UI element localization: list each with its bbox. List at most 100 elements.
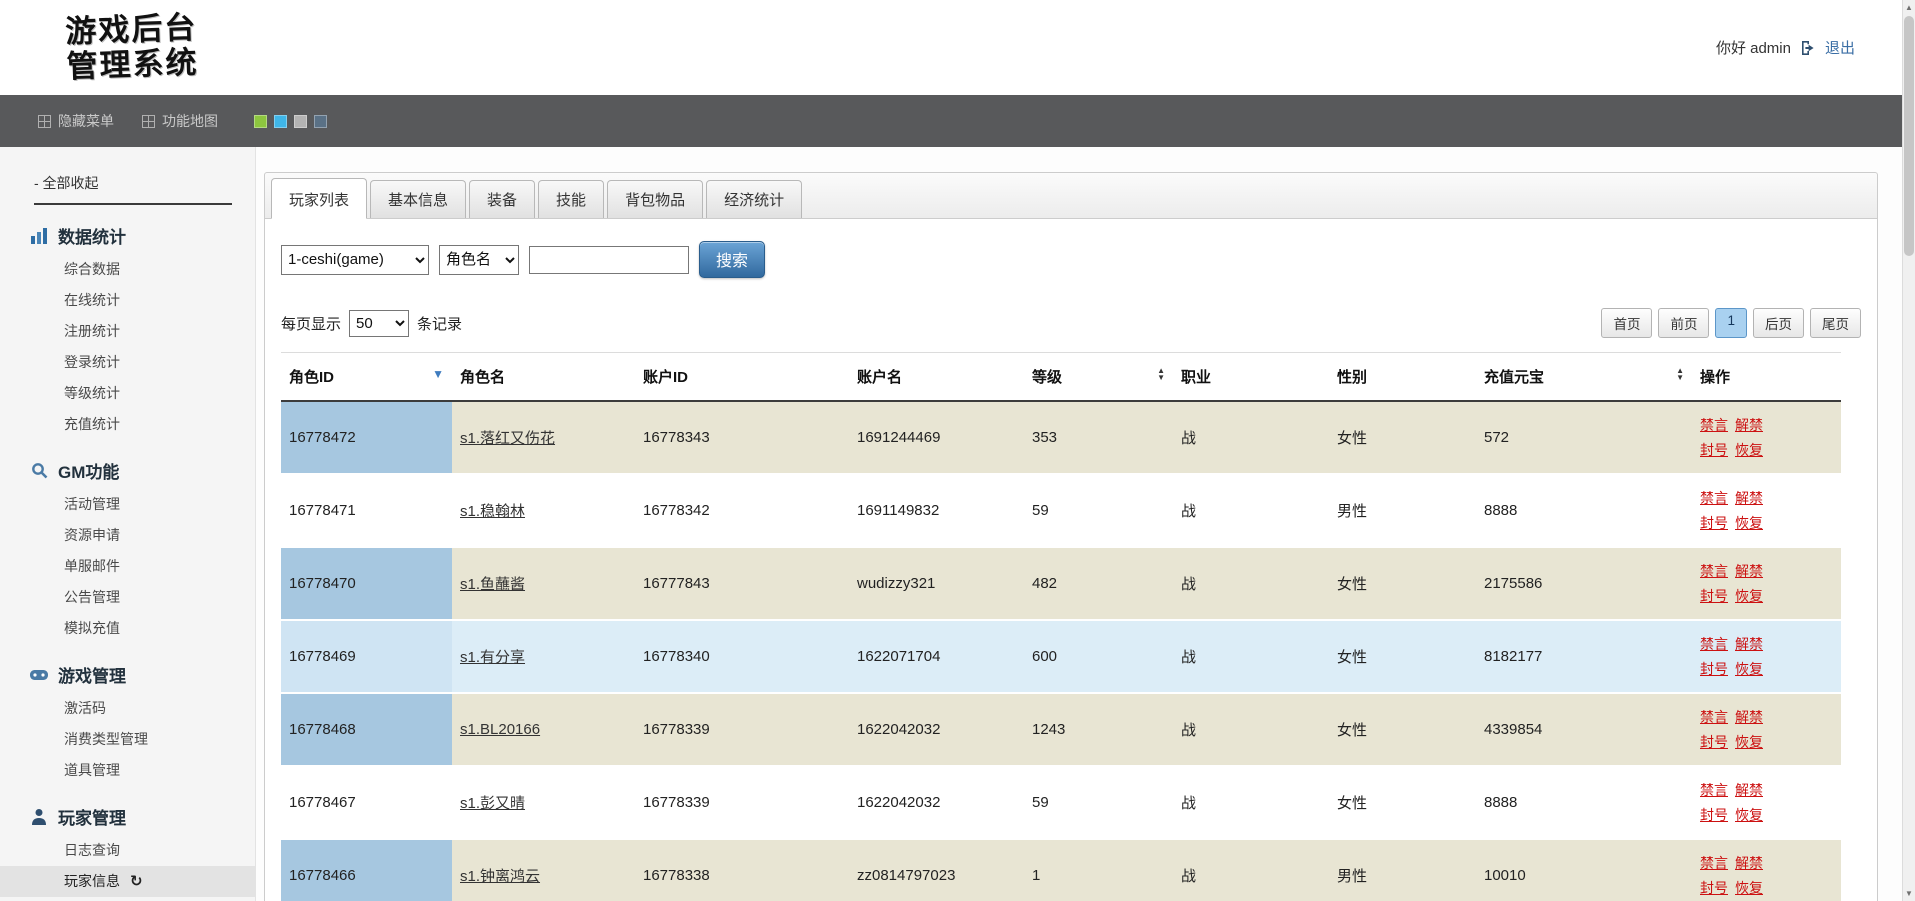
sidebar-item[interactable]: 综合数据 <box>0 254 255 285</box>
sort-icon[interactable]: ▲▼ <box>1157 367 1165 381</box>
page-button[interactable]: 尾页 <box>1810 308 1861 338</box>
sidebar-item[interactable]: 在线统计 <box>0 285 255 316</box>
scroll-down-arrow[interactable]: ▼ <box>1903 886 1915 901</box>
mute-link[interactable]: 禁言 <box>1700 855 1728 871</box>
ban-link[interactable]: 封号 <box>1700 515 1728 531</box>
unmute-link[interactable]: 解禁 <box>1735 417 1763 433</box>
search-button[interactable]: 搜索 <box>699 241 765 278</box>
restore-link[interactable]: 恢复 <box>1735 734 1763 750</box>
column-header[interactable]: 充值元宝▲▼ <box>1476 353 1692 402</box>
page-button[interactable]: 前页 <box>1658 308 1709 338</box>
sort-desc-icon[interactable]: ▼ <box>432 367 444 381</box>
ban-link[interactable]: 封号 <box>1700 661 1728 677</box>
sidebar-item[interactable]: 登录统计 <box>0 347 255 378</box>
role-name-link[interactable]: s1.彭又晴 <box>460 795 525 812</box>
sidebar-item[interactable]: 公告管理 <box>0 582 255 613</box>
hide-menu-button[interactable]: 隐藏菜单 <box>38 111 114 131</box>
tab-5[interactable]: 背包物品 <box>607 180 703 218</box>
column-header[interactable]: 等级▲▼ <box>1024 353 1173 402</box>
sidebar-section-header[interactable]: GM功能 <box>30 458 255 483</box>
sidebar-item[interactable]: 玩家信息↻ <box>0 866 255 897</box>
restore-link[interactable]: 恢复 <box>1735 880 1763 896</box>
restore-link[interactable]: 恢复 <box>1735 807 1763 823</box>
unmute-link[interactable]: 解禁 <box>1735 636 1763 652</box>
unmute-link[interactable]: 解禁 <box>1735 563 1763 579</box>
sidebar-section-header[interactable]: 数据统计 <box>30 223 255 248</box>
sidebar-item[interactable]: 日志查询 <box>0 835 255 866</box>
collapse-all-button[interactable]: - 全部收起 <box>34 173 232 205</box>
ban-link[interactable]: 封号 <box>1700 807 1728 823</box>
ban-link[interactable]: 封号 <box>1700 442 1728 458</box>
tab-6[interactable]: 经济统计 <box>706 180 802 218</box>
search-field-select[interactable]: 角色名 <box>439 245 519 275</box>
function-map-button[interactable]: 功能地图 <box>142 111 218 131</box>
theme-swatch-1[interactable] <box>254 115 267 128</box>
tab-3[interactable]: 装备 <box>469 180 535 218</box>
restore-link[interactable]: 恢复 <box>1735 661 1763 677</box>
page-button[interactable]: 1 <box>1715 308 1747 338</box>
restore-link[interactable]: 恢复 <box>1735 515 1763 531</box>
cell-job: 战 <box>1173 401 1329 474</box>
mute-link[interactable]: 禁言 <box>1700 709 1728 725</box>
sidebar-item[interactable]: 注册统计 <box>0 316 255 347</box>
server-select[interactable]: 1-ceshi(game) <box>281 245 429 275</box>
search-input[interactable] <box>529 246 689 274</box>
sidebar-item[interactable]: 道具管理 <box>0 755 255 786</box>
column-header[interactable]: 角色名 <box>452 353 635 402</box>
tab-1[interactable]: 玩家列表 <box>271 178 367 219</box>
mute-link[interactable]: 禁言 <box>1700 490 1728 506</box>
mute-link[interactable]: 禁言 <box>1700 417 1728 433</box>
theme-swatch-2[interactable] <box>274 115 287 128</box>
action-line: 禁言解禁 <box>1700 486 1833 511</box>
sort-icon[interactable]: ▲▼ <box>1676 367 1684 381</box>
mute-link[interactable]: 禁言 <box>1700 636 1728 652</box>
restore-link[interactable]: 恢复 <box>1735 588 1763 604</box>
grid-icon <box>142 115 155 128</box>
page-size-select[interactable]: 50 <box>349 310 409 337</box>
tab-2[interactable]: 基本信息 <box>370 180 466 218</box>
ban-link[interactable]: 封号 <box>1700 880 1728 896</box>
theme-swatch-3[interactable] <box>294 115 307 128</box>
sidebar-item[interactable]: 充值统计 <box>0 409 255 440</box>
restore-link[interactable]: 恢复 <box>1735 442 1763 458</box>
unmute-link[interactable]: 解禁 <box>1735 709 1763 725</box>
sidebar-item[interactable]: 模拟充值 <box>0 613 255 644</box>
column-header[interactable]: 职业 <box>1173 353 1329 402</box>
column-header[interactable]: 性别 <box>1329 353 1476 402</box>
logout-link[interactable]: 退出 <box>1825 37 1855 58</box>
role-name-link[interactable]: s1.有分享 <box>460 649 525 666</box>
sidebar-item[interactable]: 单服邮件 <box>0 551 255 582</box>
scrollbar-thumb[interactable] <box>1904 16 1914 256</box>
action-line: 禁言解禁 <box>1700 705 1833 730</box>
role-name-link[interactable]: s1.稳翰林 <box>460 503 525 520</box>
mute-link[interactable]: 禁言 <box>1700 782 1728 798</box>
column-header[interactable]: 账户ID <box>635 353 849 402</box>
sidebar-section-header[interactable]: 玩家管理 <box>30 804 255 829</box>
sidebar-item[interactable]: 等级统计 <box>0 378 255 409</box>
column-header[interactable]: 操作 <box>1692 353 1841 402</box>
mute-link[interactable]: 禁言 <box>1700 563 1728 579</box>
refresh-icon[interactable]: ↻ <box>130 873 143 890</box>
sidebar-item[interactable]: 活动管理 <box>0 489 255 520</box>
column-header[interactable]: 角色ID▼ <box>281 353 452 402</box>
sidebar-item[interactable]: 激活码 <box>0 693 255 724</box>
vertical-scrollbar[interactable]: ▲ ▼ <box>1902 0 1915 901</box>
sidebar-section-header[interactable]: 游戏管理 <box>30 662 255 687</box>
role-name-link[interactable]: s1.落红又伤花 <box>460 430 555 447</box>
page-button[interactable]: 首页 <box>1601 308 1652 338</box>
tab-4[interactable]: 技能 <box>538 180 604 218</box>
unmute-link[interactable]: 解禁 <box>1735 855 1763 871</box>
role-name-link[interactable]: s1.鱼蘸酱 <box>460 576 525 593</box>
ban-link[interactable]: 封号 <box>1700 734 1728 750</box>
ban-link[interactable]: 封号 <box>1700 588 1728 604</box>
unmute-link[interactable]: 解禁 <box>1735 490 1763 506</box>
sidebar-item[interactable]: 消费类型管理 <box>0 724 255 755</box>
page-button[interactable]: 后页 <box>1753 308 1804 338</box>
unmute-link[interactable]: 解禁 <box>1735 782 1763 798</box>
column-header[interactable]: 账户名 <box>849 353 1024 402</box>
sidebar-item[interactable]: 资源申请 <box>0 520 255 551</box>
role-name-link[interactable]: s1.钟离鸿云 <box>460 868 540 885</box>
theme-swatch-4[interactable] <box>314 115 327 128</box>
scroll-up-arrow[interactable]: ▲ <box>1903 0 1915 15</box>
role-name-link[interactable]: s1.BL20166 <box>460 721 540 738</box>
